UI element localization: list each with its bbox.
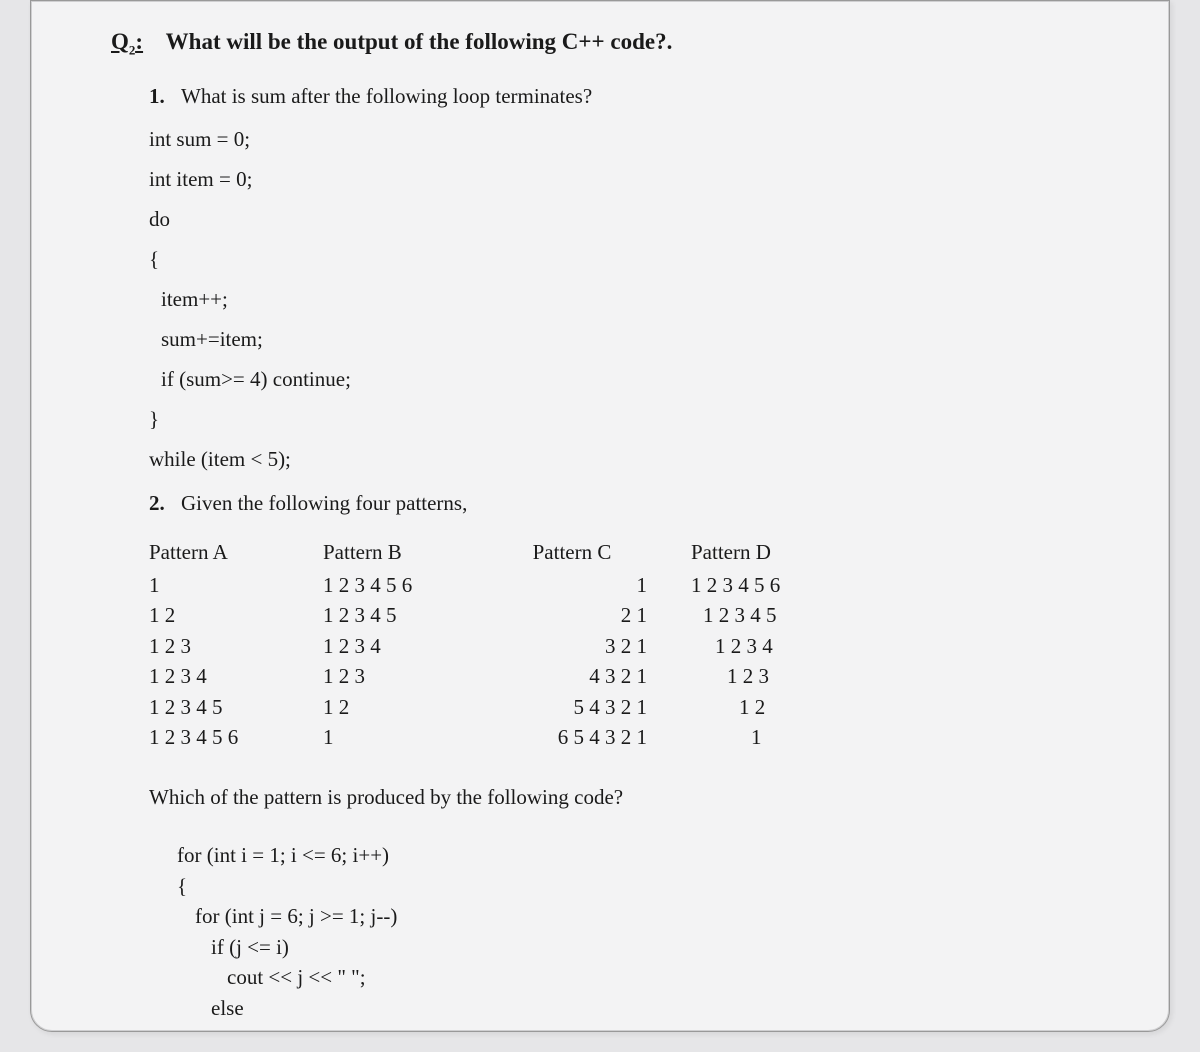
pattern-c-row: 1 xyxy=(497,570,647,600)
code-line: cout << " "; xyxy=(177,1023,1089,1032)
code-line: if (sum>= 4) continue; xyxy=(149,360,1089,400)
q-letter: Q xyxy=(111,29,129,54)
pattern-b-col: Pattern B 1 2 3 4 5 6 1 2 3 4 5 1 2 3 4 … xyxy=(323,537,453,752)
pattern-a-row: 1 xyxy=(149,570,279,600)
code-line: while (item < 5); xyxy=(149,440,1089,480)
q2-number: 2. xyxy=(149,484,171,524)
pattern-c-row: 2 1 xyxy=(497,600,647,630)
code-line: item++; xyxy=(149,280,1089,320)
pattern-a-row: 1 2 xyxy=(149,600,279,630)
q1-number: 1. xyxy=(149,77,171,117)
code-line: sum+=item; xyxy=(149,320,1089,360)
pattern-b-row: 1 2 xyxy=(323,692,453,722)
pattern-d-row: 1 2 3 xyxy=(691,661,821,691)
question-label-underline: Q2: xyxy=(111,29,143,54)
pattern-a-row: 1 2 3 4 xyxy=(149,661,279,691)
question-heading: Q2: What will be the output of the follo… xyxy=(111,29,1089,59)
pattern-b-row: 1 2 3 4 5 xyxy=(323,600,453,630)
pattern-c-row: 6 5 4 3 2 1 xyxy=(497,722,647,752)
q1-line: 1. What is sum after the following loop … xyxy=(149,77,1089,117)
pattern-d-row: 1 2 3 4 5 6 xyxy=(691,570,821,600)
pattern-a-col: Pattern A 1 1 2 1 2 3 1 2 3 4 1 2 3 4 5 … xyxy=(149,537,279,752)
which-question: Which of the pattern is produced by the … xyxy=(149,778,1089,818)
pattern-d-row: 1 xyxy=(691,722,821,752)
pattern-b-row: 1 2 3 4 xyxy=(323,631,453,661)
q1-text: What is sum after the following loop ter… xyxy=(181,77,592,117)
pattern-a-row: 1 2 3 xyxy=(149,631,279,661)
code-block-2: for (int i = 1; i <= 6; i++) { for (int … xyxy=(177,840,1089,1032)
code-line: if (j <= i) xyxy=(177,932,1089,962)
pattern-d-col: Pattern D 1 2 3 4 5 6 1 2 3 4 5 1 2 3 4 … xyxy=(691,537,821,752)
pattern-c-row: 3 2 1 xyxy=(497,631,647,661)
pattern-c-row: 4 3 2 1 xyxy=(497,661,647,691)
code-line: { xyxy=(177,871,1089,901)
pattern-b-title: Pattern B xyxy=(323,537,453,567)
code-line: for (int i = 1; i <= 6; i++) xyxy=(177,840,1089,870)
pattern-a-row: 1 2 3 4 5 6 xyxy=(149,722,279,752)
code-line: { xyxy=(149,240,1089,280)
pattern-d-row: 1 2 3 4 5 xyxy=(691,600,821,630)
pattern-d-row: 1 2 xyxy=(691,692,821,722)
pattern-c-row: 5 4 3 2 1 xyxy=(497,692,647,722)
code-line: int item = 0; xyxy=(149,160,1089,200)
q2-text: Given the following four patterns, xyxy=(181,484,467,524)
question-title: What will be the output of the following… xyxy=(166,29,673,54)
pattern-b-row: 1 2 3 xyxy=(323,661,453,691)
code-line: do xyxy=(149,200,1089,240)
q2-line: 2. Given the following four patterns, xyxy=(149,484,1089,524)
code-line: else xyxy=(177,993,1089,1023)
code-line: for (int j = 6; j >= 1; j--) xyxy=(177,901,1089,931)
pattern-a-row: 1 2 3 4 5 xyxy=(149,692,279,722)
pattern-b-row: 1 2 3 4 5 6 xyxy=(323,570,453,600)
pattern-c-title: Pattern C xyxy=(497,537,647,567)
pattern-a-title: Pattern A xyxy=(149,537,279,567)
pattern-d-title: Pattern D xyxy=(691,537,821,567)
q-colon: : xyxy=(135,29,143,54)
code-line: cout << j << " "; xyxy=(177,962,1089,992)
question-1-block: 1. What is sum after the following loop … xyxy=(149,77,1089,1032)
patterns-table: Pattern A 1 1 2 1 2 3 1 2 3 4 1 2 3 4 5 … xyxy=(149,537,1089,752)
pattern-c-col: Pattern C 1 2 1 3 2 1 4 3 2 1 5 4 3 2 1 … xyxy=(497,537,647,752)
pattern-d-row: 1 2 3 4 xyxy=(691,631,821,661)
pattern-b-row: 1 xyxy=(323,722,453,752)
code-line: int sum = 0; xyxy=(149,120,1089,160)
page-frame: Q2: What will be the output of the follo… xyxy=(30,0,1170,1032)
code-line: } xyxy=(149,400,1089,440)
